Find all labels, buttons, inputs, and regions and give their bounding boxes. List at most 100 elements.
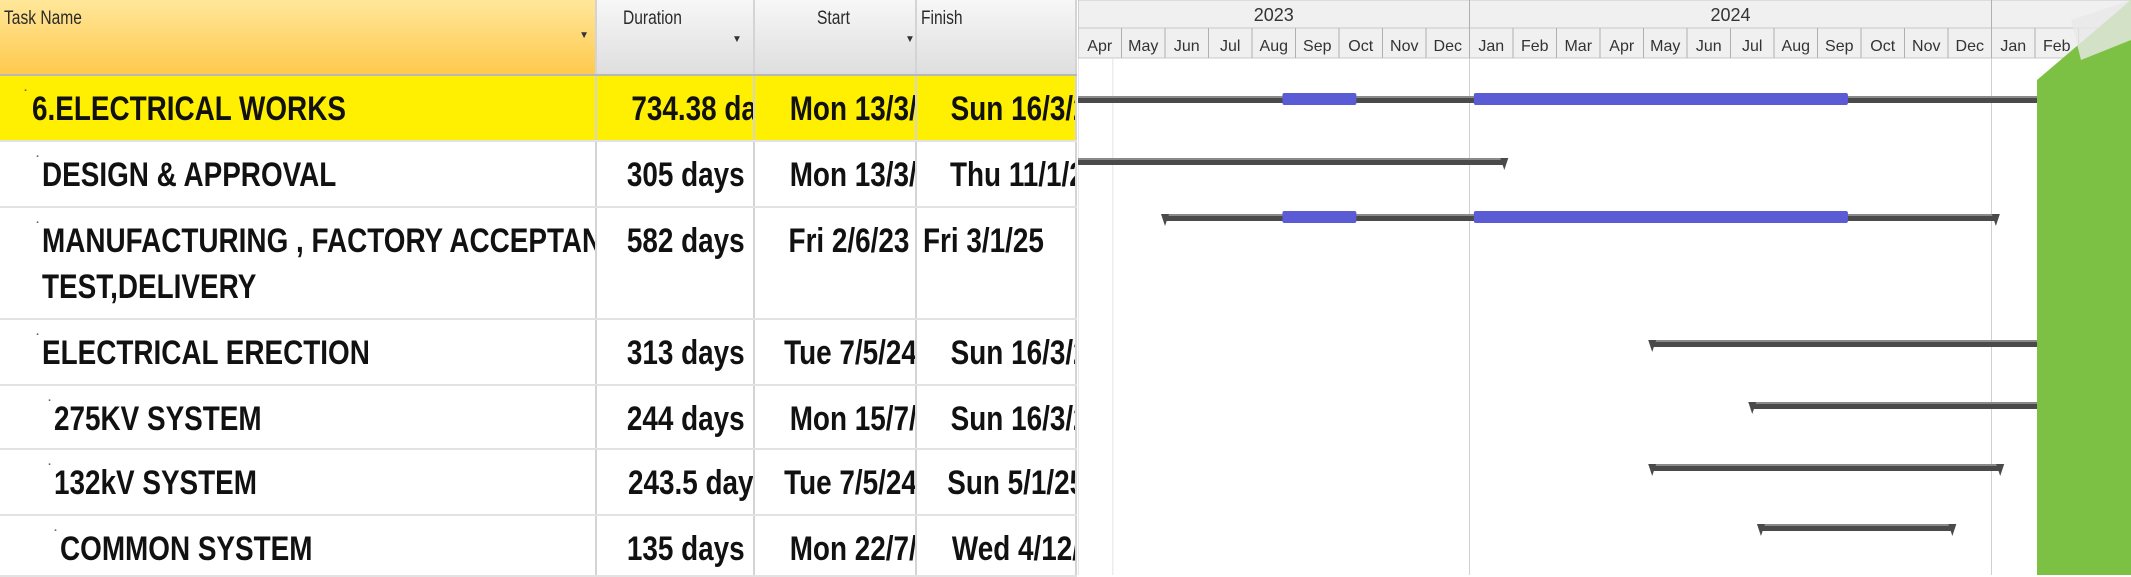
table-row[interactable]: · 132kV SYSTEM 243.5 days Tue 7/5/24 Sun… (0, 449, 1077, 516)
task-finish: Sun 5/1/25 (947, 464, 1076, 502)
task-duration: 305 days (627, 156, 745, 194)
month-label: Oct (1348, 38, 1373, 55)
start-cell[interactable]: Tue 7/5/24 (754, 449, 917, 516)
month-label: Aug (1782, 38, 1810, 55)
finish-cell[interactable]: Sun 16/3/25 (916, 319, 1077, 386)
outline-marker-icon: · (36, 329, 40, 341)
column-label: Finish (921, 8, 963, 29)
start-cell[interactable]: Fri 2/6/23 (754, 207, 917, 320)
month-label: Feb (2043, 38, 2071, 55)
task-name-cell[interactable]: · DESIGN & APPROVAL (0, 141, 597, 208)
gantt-bar-highlight (1078, 158, 1505, 160)
task-name: ELECTRICAL ERECTION (42, 334, 370, 372)
month-label: Jun (1696, 38, 1722, 55)
table-row[interactable]: · DESIGN & APPROVAL 305 days Mon 13/3/23… (0, 141, 1077, 208)
gantt-bar-highlight (1752, 402, 2105, 404)
duration-cell[interactable]: 313 days (596, 319, 755, 386)
dropdown-arrow-icon[interactable]: ▼ (732, 34, 742, 45)
task-name-cell[interactable]: · MANUFACTURING , FACTORY ACCEPTANCE TES… (0, 207, 597, 320)
task-duration: 582 days (627, 222, 745, 260)
month-label: Sep (1303, 38, 1332, 55)
duration-cell[interactable]: 244 days (596, 385, 755, 450)
task-name-cell[interactable]: · 132kV SYSTEM (0, 449, 597, 516)
gantt-timeline[interactable]: 2023 2024 Apr May Jun Jul Aug Sep Oct Nov Dec Jan Fe… (1078, 0, 2131, 575)
task-start: Mon 15/7/24 (789, 400, 916, 438)
finish-cell[interactable]: Fri 3/1/25 (916, 207, 1077, 320)
month-label: Nov (1390, 38, 1418, 55)
table-row[interactable]: · ELECTRICAL ERECTION 313 days Tue 7/5/2… (0, 319, 1077, 386)
gantt-progress-bar (1282, 211, 1357, 223)
task-table: Task Name ▼ Duration ▼ Start ▼ Finish · … (0, 0, 1077, 577)
gantt-bar-highlight (1652, 340, 2105, 342)
start-cell[interactable]: Mon 15/7/24 (754, 385, 917, 450)
month-label: May (1650, 38, 1680, 55)
month-label: May (1128, 38, 1158, 55)
finish-cell[interactable]: Thu 11/1/24 (916, 141, 1077, 208)
month-label: Apr (1609, 38, 1635, 55)
month-label: Jul (1742, 38, 1762, 55)
year-label: 2024 (1710, 5, 1750, 25)
task-start: Mon 13/3/23 (789, 90, 916, 128)
gantt-progress-bar (1473, 211, 1848, 223)
task-name: 275KV SYSTEM (54, 400, 262, 438)
start-cell[interactable]: Mon 22/7/24 (754, 515, 917, 577)
task-name-cell[interactable]: · ELECTRICAL ERECTION (0, 319, 597, 386)
gantt-progress-bar (1282, 93, 1357, 105)
task-finish: Thu 11/1/24 (949, 156, 1074, 194)
task-name-cell[interactable]: · COMMON SYSTEM (0, 515, 597, 577)
month-label: Sep (1825, 38, 1854, 55)
column-header-task-name[interactable]: Task Name ▼ (0, 0, 597, 76)
duration-cell[interactable]: 135 days (596, 515, 755, 577)
column-header-start[interactable]: Start ▼ (754, 0, 917, 76)
gantt-chart[interactable]: 2023 2024 Apr May Jun Jul Aug Sep Oct Nov Dec Jan Fe… (1078, 0, 2131, 575)
column-label: Start (817, 8, 850, 29)
task-name-cell[interactable]: · 6.ELECTRICAL WORKS (0, 75, 597, 142)
outline-marker-icon: · (54, 525, 58, 537)
month-label: Jul (1220, 38, 1240, 55)
task-name: 6.ELECTRICAL WORKS (32, 90, 346, 128)
table-row[interactable]: · 6.ELECTRICAL WORKS 734.38 days Mon 13/… (0, 75, 1077, 142)
task-duration: 313 days (627, 334, 745, 372)
dropdown-arrow-icon[interactable]: ▼ (905, 34, 914, 45)
gantt-bar-highlight (1652, 464, 2001, 466)
table-row[interactable]: · MANUFACTURING , FACTORY ACCEPTANCE TES… (0, 207, 1077, 320)
duration-cell[interactable]: 582 days (596, 207, 755, 320)
table-row[interactable]: · 275KV SYSTEM 244 days Mon 15/7/24 Sun … (0, 385, 1077, 450)
gantt-bar-highlight (1760, 524, 1953, 526)
outline-marker-icon: · (36, 217, 40, 229)
month-label: Aug (1260, 38, 1288, 55)
task-finish: Fri 3/1/25 (923, 222, 1044, 260)
task-start: Tue 7/5/24 (784, 334, 916, 372)
month-label: Jan (2000, 38, 2026, 55)
column-label: Duration (623, 8, 682, 29)
month-label: Jun (1174, 38, 1200, 55)
table-row[interactable]: · COMMON SYSTEM 135 days Mon 22/7/24 Wed… (0, 515, 1077, 577)
duration-cell[interactable]: 305 days (596, 141, 755, 208)
month-label: Apr (1087, 38, 1113, 55)
task-finish: Sun 16/3/25 (950, 90, 1074, 128)
task-start: Mon 13/3/23 (789, 156, 916, 194)
task-name-cell[interactable]: · 275KV SYSTEM (0, 385, 597, 450)
start-cell[interactable]: Mon 13/3/23 (754, 75, 917, 142)
finish-cell[interactable]: Sun 5/1/25 (916, 449, 1077, 516)
column-header-finish[interactable]: Finish (916, 0, 1077, 76)
duration-cell[interactable]: 243.5 days (596, 449, 755, 516)
duration-cell[interactable]: 734.38 days (596, 75, 755, 142)
task-duration: 244 days (627, 400, 745, 438)
month-label: Jan (1478, 38, 1504, 55)
year-label: 2023 (1254, 5, 1294, 25)
column-header-duration[interactable]: Duration ▼ (596, 0, 755, 76)
month-label: Mar (1564, 38, 1592, 55)
finish-cell[interactable]: Wed 4/12/24 (916, 515, 1077, 577)
task-name: COMMON SYSTEM (60, 530, 313, 568)
finish-cell[interactable]: Sun 16/3/25 (916, 385, 1077, 450)
month-label: Dec (1434, 38, 1462, 55)
task-start: Tue 7/5/24 (784, 464, 916, 502)
start-cell[interactable]: Tue 7/5/24 (754, 319, 917, 386)
month-label: Mar (2086, 38, 2114, 55)
start-cell[interactable]: Mon 13/3/23 (754, 141, 917, 208)
finish-cell[interactable]: Sun 16/3/25 (916, 75, 1077, 142)
task-name: MANUFACTURING , FACTORY ACCEPTANCE (42, 222, 596, 260)
dropdown-arrow-icon[interactable]: ▼ (579, 30, 589, 41)
task-name: 132kV SYSTEM (54, 464, 258, 502)
